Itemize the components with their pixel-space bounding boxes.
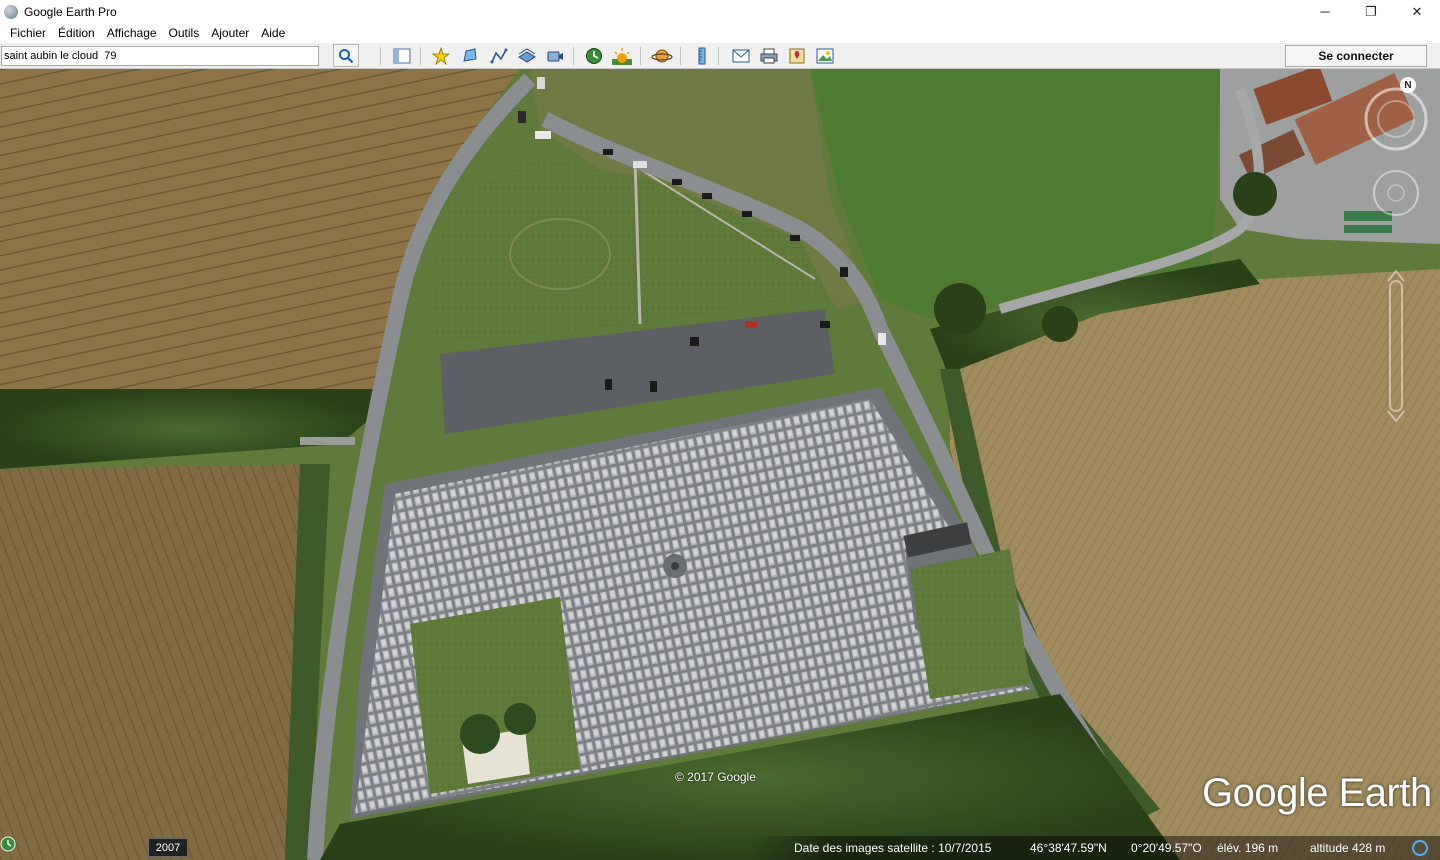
view-in-maps-icon: [789, 48, 805, 64]
altitude-readout: altitude 428 m: [1310, 841, 1386, 855]
search-button[interactable]: [333, 44, 359, 67]
menu-outils[interactable]: Outils: [169, 26, 200, 40]
navigation-controls-graphic: [1364, 87, 1428, 423]
historical-imagery-button[interactable]: [582, 45, 606, 67]
menu-edition[interactable]: Édition: [58, 26, 95, 40]
window-controls: ─ ❐ ✕: [1302, 0, 1440, 23]
save-image-button[interactable]: [813, 45, 837, 67]
toolbar: Se connecter: [0, 43, 1440, 69]
print-button[interactable]: [757, 45, 781, 67]
menu-ajouter[interactable]: Ajouter: [211, 26, 249, 40]
toolbar-separator: [718, 47, 719, 65]
ruler-icon: [698, 47, 706, 65]
historical-imagery-clock-icon[interactable]: [0, 836, 16, 852]
sunlight-icon: [612, 48, 632, 65]
maximize-button[interactable]: ❐: [1348, 0, 1394, 23]
imagery-date: Date des images satellite : 10/7/2015: [794, 841, 992, 855]
historical-year-badge[interactable]: 2007: [148, 838, 188, 857]
streaming-progress-icon: [1412, 840, 1428, 856]
status-bar: 2007 Date des images satellite : 10/7/20…: [0, 836, 1440, 860]
google-earth-logo: Google Earth: [1202, 771, 1432, 815]
toolbar-separator: [640, 47, 641, 65]
sidebar-toggle-button[interactable]: [390, 45, 414, 67]
ruler-button[interactable]: [690, 45, 714, 67]
add-placemark-button[interactable]: [429, 45, 453, 67]
view-in-maps-button[interactable]: [785, 45, 809, 67]
placemark-icon: [432, 47, 450, 65]
menu-affichage[interactable]: Affichage: [107, 26, 157, 40]
add-image-overlay-button[interactable]: [515, 45, 539, 67]
latitude-readout: 46°38'47.59"N: [1030, 841, 1107, 855]
longitude-readout: 0°20'49.57"O: [1131, 841, 1202, 855]
path-icon: [490, 48, 508, 64]
elevation-readout: élév. 196 m: [1217, 841, 1279, 855]
menu-fichier[interactable]: Fichier: [10, 26, 46, 40]
email-button[interactable]: [729, 45, 753, 67]
sign-in-button[interactable]: Se connecter: [1285, 45, 1427, 67]
polygon-icon: [463, 48, 477, 62]
satellite-imagery: [0, 69, 1440, 860]
email-icon: [732, 49, 750, 63]
copyright-text: © 2017 Google: [675, 770, 756, 784]
toolbar-separator: [573, 47, 574, 65]
image-overlay-icon: [518, 48, 536, 63]
search-input[interactable]: [1, 46, 319, 66]
map-view[interactable]: N © 2017 Google Google Earth 2007 Date d…: [0, 69, 1440, 860]
google-earth-app-icon: [4, 4, 18, 19]
window-title: Google Earth Pro: [24, 4, 117, 19]
toolbar-separator: [420, 47, 421, 65]
minimize-button[interactable]: ─: [1302, 0, 1348, 23]
search-icon: [339, 48, 354, 63]
planets-icon: [651, 49, 673, 63]
menu-aide[interactable]: Aide: [261, 26, 285, 40]
sidebar-icon: [393, 48, 411, 64]
title-bar: Google Earth Pro ─ ❐ ✕: [0, 0, 1440, 23]
add-path-button[interactable]: [487, 45, 511, 67]
record-tour-button[interactable]: [543, 45, 567, 67]
historical-imagery-icon: [586, 48, 602, 64]
save-image-icon: [816, 48, 834, 64]
google-earth-window: Google Earth Pro ─ ❐ ✕ Fichier Édition A…: [0, 0, 1440, 860]
print-icon: [760, 48, 778, 64]
close-button[interactable]: ✕: [1394, 0, 1440, 23]
record-tour-icon: [547, 51, 563, 62]
compass-north-button[interactable]: N: [1400, 77, 1416, 93]
sunlight-button[interactable]: [610, 45, 634, 67]
toolbar-separator: [380, 47, 381, 65]
planets-button[interactable]: [650, 45, 674, 67]
navigation-controls[interactable]: N: [1364, 75, 1436, 435]
add-polygon-button[interactable]: [458, 45, 482, 67]
menu-bar: Fichier Édition Affichage Outils Ajouter…: [0, 23, 1440, 43]
toolbar-separator: [680, 47, 681, 65]
